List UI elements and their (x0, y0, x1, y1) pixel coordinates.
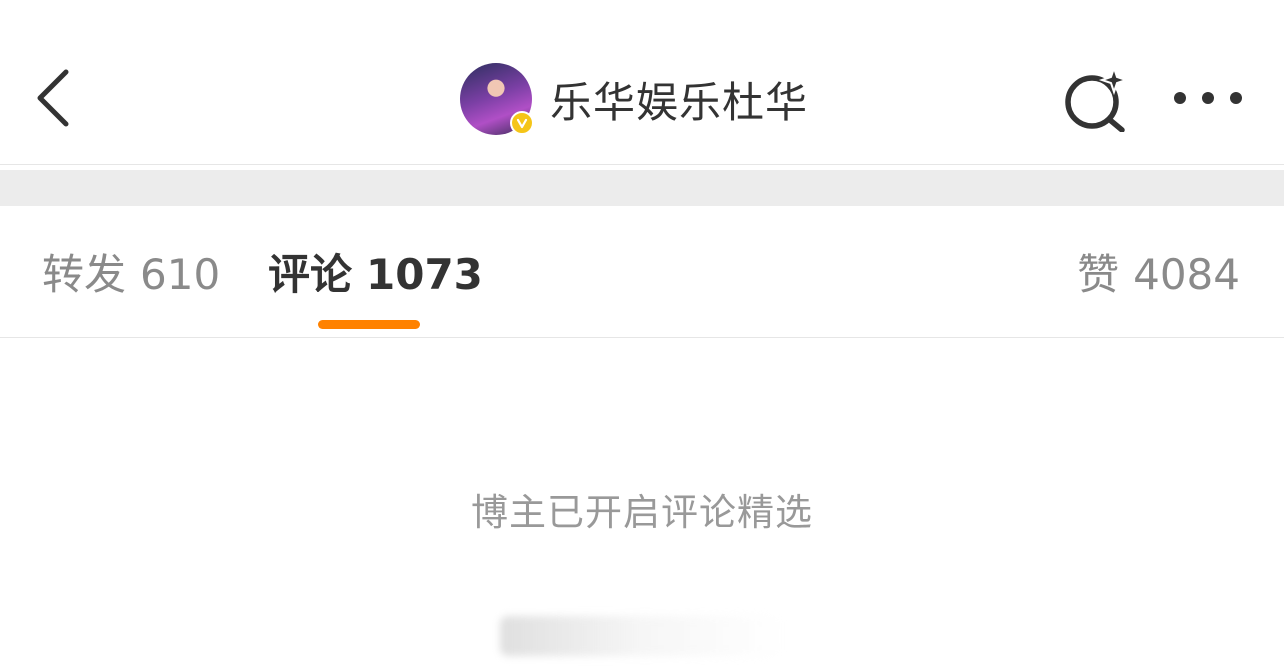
comments-page: 乐华娱乐杜华 转发 610 评论 1073 赞 4084 博主已开启评论精选 (0, 0, 1284, 666)
tab-repost-label: 转发 (42, 250, 127, 299)
tab-like-count: 4084 (1133, 250, 1240, 299)
active-tab-indicator (318, 320, 420, 329)
loading-placeholder (500, 616, 784, 656)
comment-selection-notice: 博主已开启评论精选 (471, 491, 813, 534)
account-name[interactable]: 乐华娱乐杜华 (550, 69, 808, 130)
tab-like-label: 赞 (1077, 250, 1120, 299)
top-nav-bar: 乐华娱乐杜华 (0, 0, 1284, 165)
tab-comment-label: 评论 (268, 250, 353, 299)
section-divider (0, 170, 1284, 206)
chevron-left-icon (37, 69, 69, 127)
more-horizontal-icon (1174, 92, 1242, 104)
tab-like[interactable]: 赞 4084 (1077, 250, 1240, 300)
back-button[interactable] (28, 62, 84, 134)
tab-comment[interactable]: 评论 1073 (268, 250, 483, 300)
tab-repost-count: 610 (140, 250, 221, 299)
tab-bar: 转发 610 评论 1073 赞 4084 (0, 206, 1284, 338)
tab-comment-count: 1073 (366, 250, 483, 299)
tab-repost[interactable]: 转发 610 (42, 250, 220, 300)
more-button[interactable] (1170, 78, 1246, 118)
verified-badge-icon (510, 111, 534, 135)
avatar[interactable] (460, 63, 534, 135)
account-title[interactable]: 乐华娱乐杜华 (460, 62, 808, 136)
search-button[interactable] (1060, 64, 1130, 133)
search-sparkle-icon (1065, 64, 1130, 133)
